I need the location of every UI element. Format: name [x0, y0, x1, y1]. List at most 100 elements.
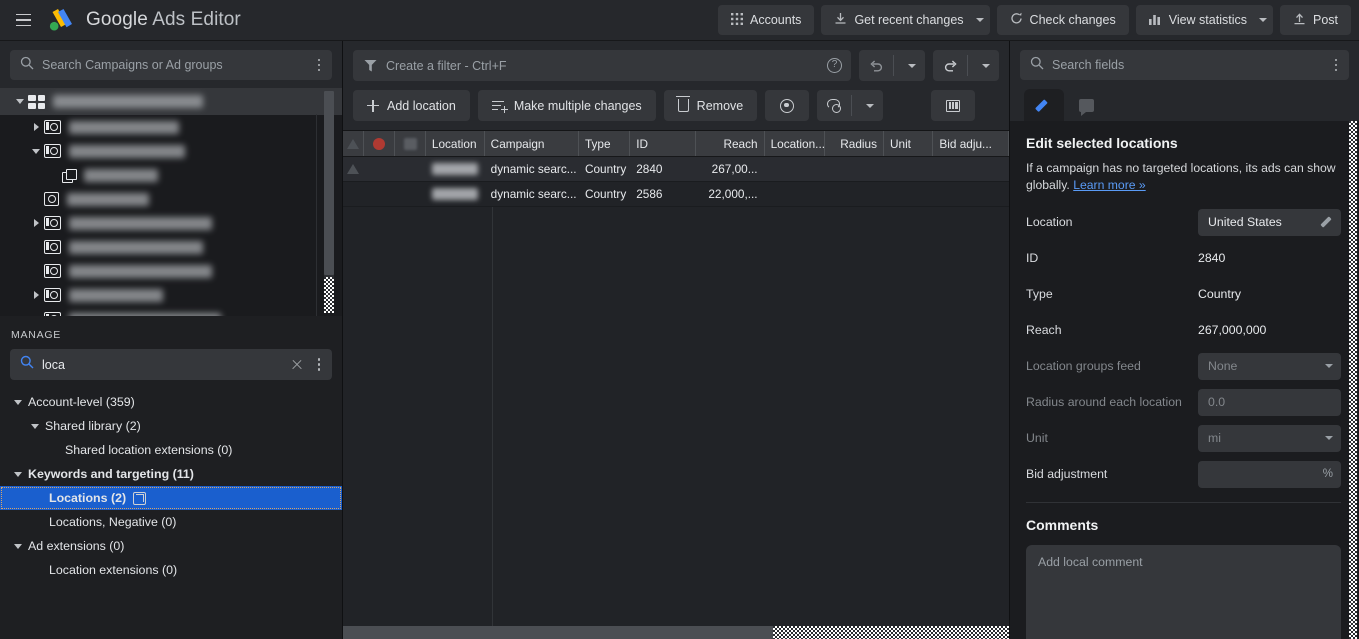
target-location-button[interactable] — [765, 90, 810, 121]
tree-row-campaign[interactable] — [0, 259, 342, 283]
table-row[interactable]: dynamic searc... Country 2586 22,000,... — [343, 182, 1009, 207]
clear-x-icon[interactable] — [289, 357, 304, 372]
table-header-type[interactable]: Type — [579, 131, 631, 156]
tree-toggle-down-icon[interactable] — [10, 543, 26, 549]
pencil-icon[interactable] — [1320, 216, 1333, 229]
campaign-icon — [44, 240, 61, 254]
refresh-search-dropdown-icon[interactable] — [852, 90, 883, 121]
tree-column-divider — [316, 114, 317, 316]
table-header-bid-adjustment[interactable]: Bid adju... — [933, 131, 1009, 156]
scrollbar-thumb-secondary[interactable] — [324, 277, 334, 313]
manage-item-label: Ad extensions (0) — [28, 539, 125, 553]
table-header-id[interactable]: ID — [630, 131, 697, 156]
app-title-brand: Google — [86, 9, 148, 30]
chevron-down-icon[interactable] — [975, 18, 984, 22]
kebab-menu-icon[interactable] — [1329, 56, 1343, 75]
chevron-down-icon[interactable] — [1258, 18, 1267, 22]
scrollbar-thumb[interactable] — [343, 626, 773, 639]
table-header-location-groups[interactable]: Location... — [765, 131, 826, 156]
tree-toggle-down-icon[interactable] — [27, 423, 43, 429]
external-link-icon[interactable] — [133, 491, 147, 505]
hamburger-icon[interactable] — [10, 7, 36, 33]
tree-row-campaign[interactable] — [0, 115, 342, 139]
tree-row-campaign[interactable] — [0, 139, 342, 163]
kebab-menu-icon[interactable] — [312, 355, 326, 374]
redo-dropdown-icon[interactable] — [968, 50, 999, 81]
bar-chart-icon — [1148, 13, 1162, 28]
redo-icon[interactable] — [933, 50, 967, 81]
refresh-search-button[interactable] — [817, 90, 851, 121]
tree-toggle-right-icon[interactable] — [28, 219, 44, 227]
manage-item-keywords-and-targeting[interactable]: Keywords and targeting (11) — [0, 462, 342, 486]
tree-toggle-right-icon[interactable] — [28, 123, 44, 131]
manage-item-shared-library[interactable]: Shared library (2) — [0, 414, 342, 438]
kebab-menu-icon[interactable] — [312, 56, 326, 75]
help-circle-icon[interactable]: ? — [827, 58, 842, 73]
manage-search-box[interactable]: loca — [10, 349, 332, 380]
fields-search-box[interactable]: Search fields — [1020, 50, 1349, 80]
tree-row-adgroup[interactable] — [0, 163, 342, 187]
table-header-error[interactable] — [364, 131, 396, 156]
table-header-warning[interactable] — [343, 131, 365, 156]
columns-button[interactable] — [931, 90, 975, 121]
right-panel-scrollbar[interactable] — [1349, 121, 1357, 639]
tree-toggle-down-icon[interactable] — [28, 148, 44, 154]
scrollbar-track-pattern[interactable] — [1349, 121, 1357, 639]
tree-toggle-right-icon[interactable] — [28, 291, 44, 299]
undo-dropdown-icon[interactable] — [894, 50, 925, 81]
tree-row-campaign[interactable] — [0, 211, 342, 235]
check-changes-button[interactable]: Check changes — [996, 5, 1129, 35]
tab-comments[interactable] — [1066, 89, 1106, 121]
table-header-reach[interactable]: Reach — [696, 131, 765, 156]
tree-row-campaign[interactable] — [0, 283, 342, 307]
learn-more-link[interactable]: Learn more » — [1073, 178, 1146, 192]
undo-icon[interactable] — [859, 50, 893, 81]
get-recent-changes-button[interactable]: Get recent changes — [821, 5, 990, 35]
manage-item-location-extensions[interactable]: Location extensions (0) — [0, 558, 342, 582]
tab-edit[interactable] — [1024, 89, 1064, 121]
field-location-input[interactable]: United States — [1198, 208, 1341, 236]
row-campaign-cell: dynamic searc... — [490, 187, 577, 201]
field-location-groups-feed-select[interactable]: None — [1198, 352, 1341, 380]
accounts-button[interactable]: Accounts — [718, 5, 815, 35]
table-header-location[interactable]: Location — [426, 131, 485, 156]
tree-toggle-down-icon[interactable] — [12, 99, 28, 104]
trash-icon — [676, 95, 691, 112]
tree-row-campaign[interactable] — [0, 187, 342, 211]
panel-description: If a campaign has no targeted locations,… — [1026, 160, 1341, 194]
tree-row-campaign[interactable] — [0, 307, 342, 316]
make-multiple-changes-button[interactable]: Make multiple changes — [477, 90, 656, 121]
filter-input[interactable]: Create a filter - Ctrl+F ? — [353, 50, 851, 81]
tree-row-account[interactable] — [0, 88, 342, 115]
scrollbar-thumb[interactable] — [324, 91, 334, 275]
view-statistics-button[interactable]: View statistics — [1135, 5, 1273, 35]
add-location-button[interactable]: Add location — [353, 90, 470, 121]
scrollbar-track-pattern[interactable] — [773, 626, 1009, 639]
table-header-status[interactable] — [395, 131, 426, 156]
post-button[interactable]: Post — [1279, 5, 1351, 35]
tree-vertical-scrollbar[interactable] — [324, 91, 334, 313]
field-bid-adjustment: Bid adjustment % — [1026, 460, 1341, 488]
manage-item-ad-extensions[interactable]: Ad extensions (0) — [0, 534, 342, 558]
table-header-unit[interactable]: Unit — [884, 131, 934, 156]
table-header-radius[interactable]: Radius — [825, 131, 884, 156]
table-header-campaign[interactable]: Campaign — [485, 131, 579, 156]
campaign-search-box[interactable]: Search Campaigns or Ad groups — [10, 50, 332, 80]
manage-item-shared-location-extensions[interactable]: Shared location extensions (0) — [0, 438, 342, 462]
tree-row-campaign[interactable] — [0, 235, 342, 259]
fields-search-wrapper: Search fields — [1010, 41, 1359, 89]
field-radius-input[interactable]: 0.0 — [1198, 388, 1341, 416]
manage-item-locations-negative[interactable]: Locations, Negative (0) — [0, 510, 342, 534]
manage-item-locations[interactable]: Locations (2) — [0, 486, 342, 510]
field-bid-adjustment-input[interactable]: % — [1198, 460, 1341, 488]
field-unit-select[interactable]: mi — [1198, 424, 1341, 452]
tree-toggle-down-icon[interactable] — [10, 471, 26, 477]
table-row[interactable]: dynamic searc... Country 2840 267,00... — [343, 157, 1009, 182]
manage-item-account-level[interactable]: Account-level (359) — [0, 390, 342, 414]
search-icon — [20, 56, 34, 75]
table-horizontal-scrollbar[interactable] — [343, 626, 1009, 639]
remove-button[interactable]: Remove — [663, 90, 758, 121]
manage-search-value[interactable]: loca — [42, 358, 281, 372]
comment-textarea[interactable]: Add local comment — [1026, 545, 1341, 639]
tree-toggle-down-icon[interactable] — [10, 399, 26, 405]
